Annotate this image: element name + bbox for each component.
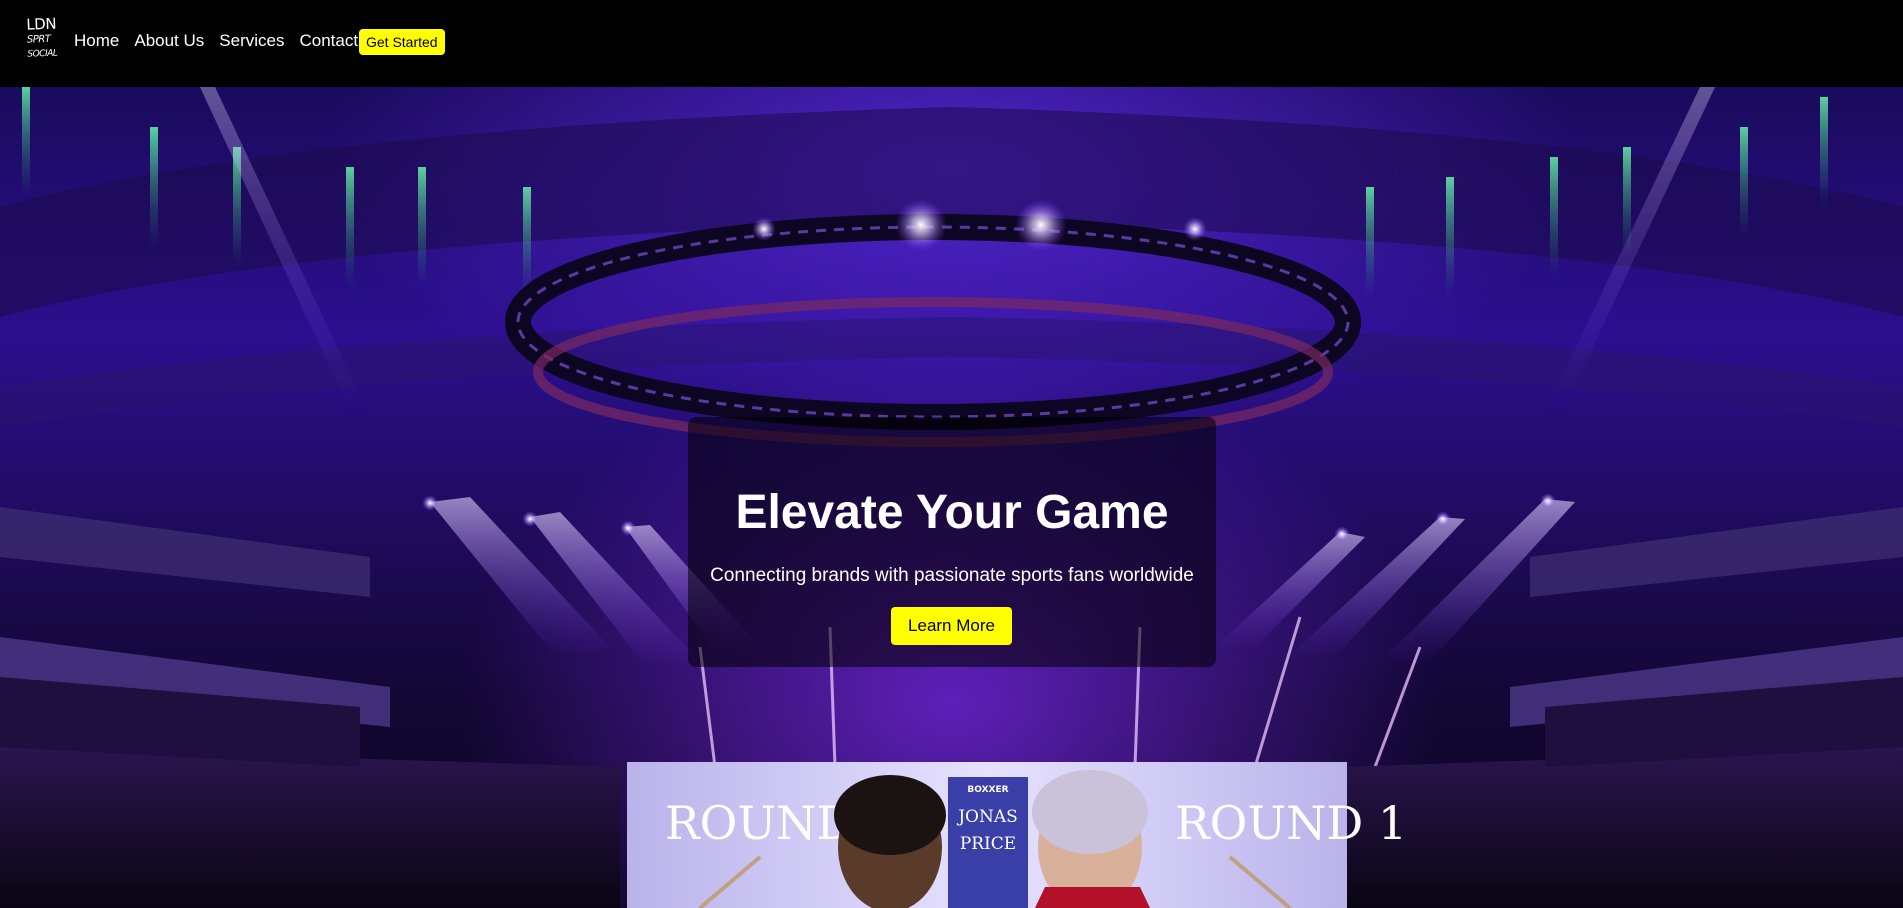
top-navigation-bar: LDN SPRT SOCIAL Home About Us Services C… (0, 0, 1903, 87)
nav-links: Home About Us Services Contact (74, 30, 358, 52)
screen-center-line-1: JONAS (956, 807, 1018, 827)
learn-more-button[interactable]: Learn More (891, 607, 1012, 645)
brand-logo[interactable]: LDN SPRT SOCIAL (26, 14, 64, 67)
hero-title: Elevate Your Game (735, 486, 1169, 539)
logo-line-2: SPRT (26, 33, 51, 46)
nav-link-home[interactable]: Home (74, 30, 119, 52)
hero-card: Elevate Your Game Connecting brands with… (688, 417, 1216, 667)
logo-line-3: SOCIAL (27, 48, 58, 60)
crowd-floor (0, 747, 620, 908)
logo-line-1: LDN (26, 14, 57, 34)
nav-link-contact[interactable]: Contact (299, 30, 358, 52)
screen-center-line-2: PRICE (960, 834, 1016, 854)
arena-screen: ROUND 1 ROUND 1 BOXXER JONAS PRICE (627, 762, 1407, 908)
screen-text-right: ROUND 1 (1175, 796, 1407, 850)
get-started-button[interactable]: Get Started (359, 29, 445, 55)
screen-brand: BOXXER (967, 785, 1008, 795)
nav-link-services[interactable]: Services (219, 30, 284, 52)
nav-link-about-us[interactable]: About Us (134, 30, 204, 52)
hero-subtitle: Connecting brands with passionate sports… (710, 565, 1194, 586)
hero-section: ROUND 1 ROUND 1 BOXXER JONAS PRICE Eleva… (0, 87, 1903, 908)
